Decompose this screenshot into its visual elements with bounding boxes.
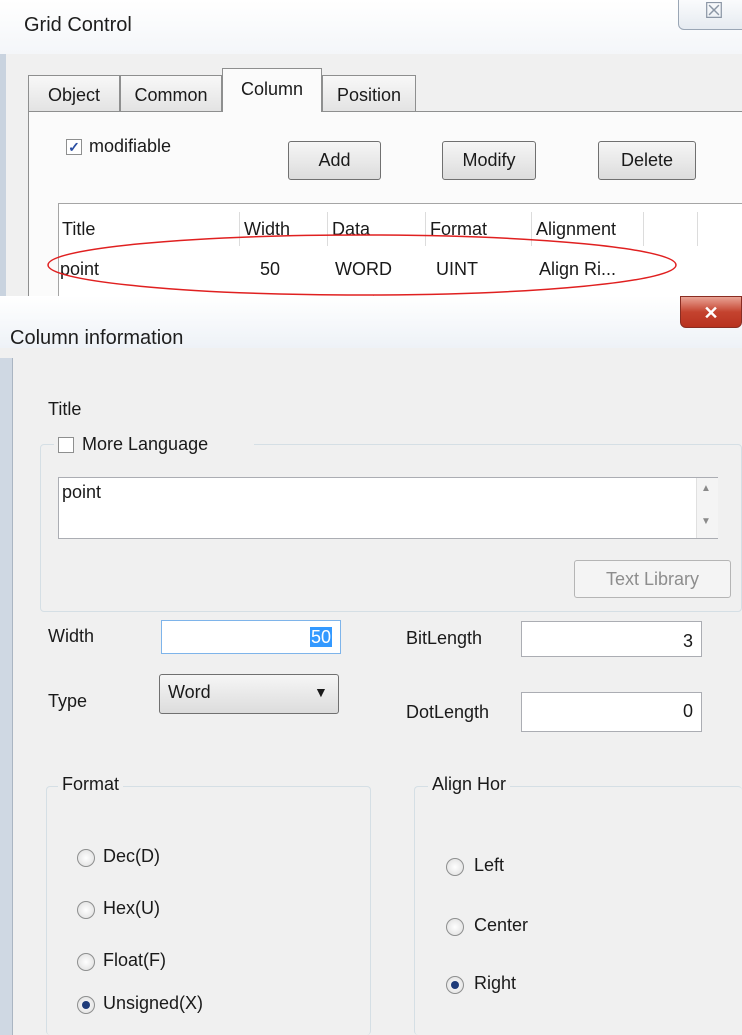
radio-dec[interactable] [77, 849, 95, 867]
annotation-ellipse [47, 234, 677, 296]
format-group-label: Format [58, 774, 124, 795]
title-section-label: Title [48, 399, 82, 419]
more-language-label: More Language [82, 434, 209, 454]
type-value: Word [168, 682, 211, 702]
align-hor-group-label: Align Hor [428, 774, 511, 795]
width-value: 50 [309, 627, 332, 647]
title-textarea-value: point [62, 482, 102, 502]
width-input[interactable]: 50 [161, 620, 341, 654]
radio-right[interactable] [446, 976, 464, 994]
text-library-button[interactable]: Text Library [574, 560, 731, 598]
radio-left-label: Left [474, 855, 505, 875]
radio-center[interactable] [446, 918, 464, 936]
bitlength-label: BitLength [406, 628, 483, 648]
radio-left[interactable] [446, 858, 464, 876]
width-label: Width [48, 626, 95, 646]
type-label: Type [48, 691, 88, 711]
scroll-up-icon[interactable]: ▲ [701, 483, 711, 494]
dialog-title: Column information [10, 327, 184, 349]
close-icon[interactable]: ✕ [680, 296, 742, 328]
align-hor-group [414, 786, 742, 1035]
more-language-checkbox[interactable] [58, 437, 74, 453]
bitlength-input[interactable]: 3 [521, 621, 702, 657]
chevron-down-icon[interactable]: ▼ [314, 684, 328, 700]
dotlength-input[interactable]: 0 [521, 692, 702, 732]
title-textarea[interactable] [58, 477, 718, 539]
radio-float[interactable] [77, 953, 95, 971]
dialog-frame [0, 358, 12, 1035]
radio-hex-label: Hex(U) [103, 898, 160, 918]
radio-unsigned-label: Unsigned(X) [103, 993, 204, 1013]
radio-dec-label: Dec(D) [103, 846, 160, 866]
radio-center-label: Center [474, 915, 529, 935]
scroll-down-icon[interactable]: ▼ [701, 516, 711, 527]
tab-column[interactable]: Column [222, 68, 322, 112]
dotlength-label: DotLength [406, 702, 490, 722]
radio-right-label: Right [474, 973, 517, 993]
radio-hex[interactable] [77, 901, 95, 919]
radio-float-label: Float(F) [103, 950, 166, 970]
radio-unsigned[interactable] [77, 996, 95, 1014]
